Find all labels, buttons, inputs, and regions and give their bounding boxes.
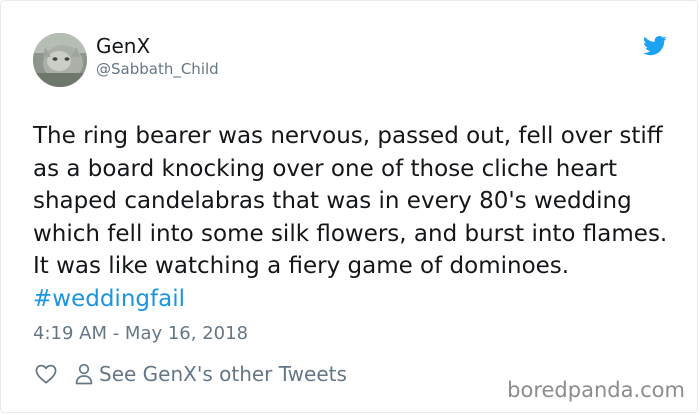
tweet-timestamp[interactable]: 4:19 AM - May 16, 2018 xyxy=(33,323,248,344)
avatar-image xyxy=(33,33,87,87)
display-name[interactable]: GenX xyxy=(96,34,150,58)
heart-outline-icon xyxy=(35,364,57,384)
twitter-bird-icon[interactable] xyxy=(643,36,667,56)
tweet-card: GenX @Sabbath_Child The ring bearer was … xyxy=(0,0,698,413)
see-other-tweets-label: See GenX's other Tweets xyxy=(99,362,347,386)
like-button[interactable] xyxy=(33,361,59,387)
tweet-body: The ring bearer was nervous, passed out,… xyxy=(33,123,668,280)
tweet-text: The ring bearer was nervous, passed out,… xyxy=(33,120,683,316)
user-handle[interactable]: @Sabbath_Child xyxy=(96,60,219,78)
tweet-actions: See GenX's other Tweets xyxy=(33,360,347,388)
person-outline-icon xyxy=(73,362,95,386)
see-other-tweets-link[interactable]: See GenX's other Tweets xyxy=(73,362,347,386)
avatar[interactable] xyxy=(33,33,87,87)
boredpanda-watermark: boredpanda.com xyxy=(507,378,685,402)
hashtag-link[interactable]: #weddingfail xyxy=(33,286,185,312)
